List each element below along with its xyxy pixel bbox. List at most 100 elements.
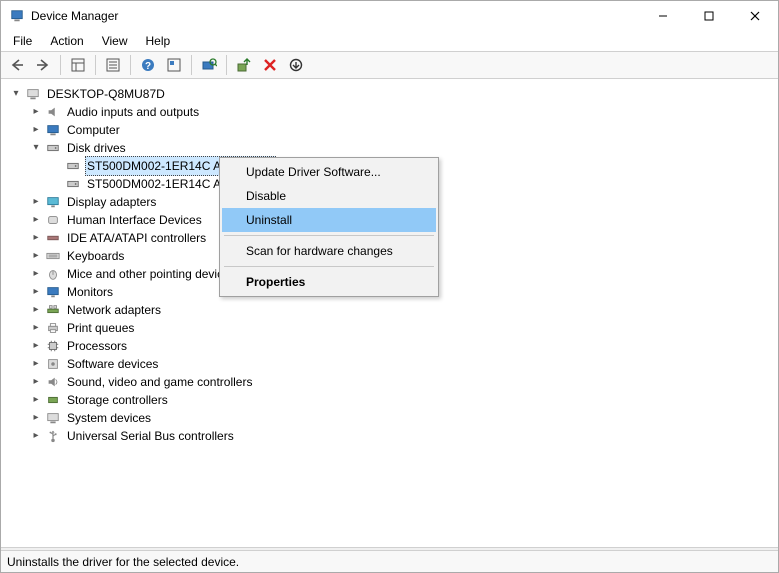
expand-icon[interactable]: ▸ — [29, 213, 43, 227]
tree-label: Processors — [65, 337, 129, 355]
app-icon — [9, 8, 25, 24]
tree-label: Mice and other pointing devices — [65, 265, 238, 283]
expand-icon[interactable]: ▸ — [29, 249, 43, 263]
tree-category-print[interactable]: ▸ Print queues — [9, 319, 778, 337]
close-button[interactable] — [732, 1, 778, 31]
help-button[interactable]: ? — [136, 54, 160, 76]
expand-icon[interactable]: ▸ — [29, 267, 43, 281]
action-button[interactable] — [162, 54, 186, 76]
ctx-separator — [224, 266, 434, 267]
expand-icon[interactable]: ▸ — [29, 339, 43, 353]
disable-button[interactable] — [284, 54, 308, 76]
expand-icon[interactable]: ▸ — [29, 429, 43, 443]
ctx-properties[interactable]: Properties — [222, 270, 436, 294]
toolbar: ? — [1, 51, 778, 79]
computer-icon — [45, 122, 61, 138]
context-menu: Update Driver Software... Disable Uninst… — [219, 157, 439, 297]
disk-icon — [65, 158, 81, 174]
scan-hardware-button[interactable] — [197, 54, 221, 76]
device-manager-window: Device Manager File Action View Help — [0, 0, 779, 573]
usb-icon — [45, 428, 61, 444]
ctx-uninstall[interactable]: Uninstall — [222, 208, 436, 232]
expand-icon[interactable]: ▸ — [29, 285, 43, 299]
tree-label: System devices — [65, 409, 153, 427]
ide-icon — [45, 230, 61, 246]
tree-category-audio[interactable]: ▸ Audio inputs and outputs — [9, 103, 778, 121]
expand-icon[interactable]: ▸ — [29, 357, 43, 371]
tree-root[interactable]: ▾ DESKTOP-Q8MU87D — [9, 85, 778, 103]
forward-button[interactable] — [31, 54, 55, 76]
ctx-scan[interactable]: Scan for hardware changes — [222, 239, 436, 263]
tree-category-sound[interactable]: ▸ Sound, video and game controllers — [9, 373, 778, 391]
expand-icon[interactable]: ▾ — [9, 87, 23, 101]
properties-button[interactable] — [101, 54, 125, 76]
storage-icon — [45, 392, 61, 408]
computer-icon — [25, 86, 41, 102]
printer-icon — [45, 320, 61, 336]
tree-category-usb[interactable]: ▸ Universal Serial Bus controllers — [9, 427, 778, 445]
expand-icon[interactable]: ▸ — [29, 123, 43, 137]
tree-label: Universal Serial Bus controllers — [65, 427, 236, 445]
tree-category-software[interactable]: ▸ Software devices — [9, 355, 778, 373]
menu-action[interactable]: Action — [42, 32, 91, 50]
toolbar-separator — [95, 55, 96, 75]
tree-label: Network adapters — [65, 301, 163, 319]
tree-label: Keyboards — [65, 247, 126, 265]
tree-category-system[interactable]: ▸ System devices — [9, 409, 778, 427]
toolbar-separator — [60, 55, 61, 75]
minimize-button[interactable] — [640, 1, 686, 31]
svg-text:?: ? — [145, 61, 151, 72]
status-bar: Uninstalls the driver for the selected d… — [1, 550, 778, 572]
back-button[interactable] — [5, 54, 29, 76]
toolbar-separator — [130, 55, 131, 75]
expand-icon[interactable]: ▸ — [29, 105, 43, 119]
tree-category-processors[interactable]: ▸ Processors — [9, 337, 778, 355]
tree-label: Display adapters — [65, 193, 158, 211]
tree-category-network[interactable]: ▸ Network adapters — [9, 301, 778, 319]
menu-file[interactable]: File — [5, 32, 40, 50]
tree-category-storage[interactable]: ▸ Storage controllers — [9, 391, 778, 409]
device-tree[interactable]: ▾ DESKTOP-Q8MU87D ▸ Audio inputs and out… — [1, 79, 778, 547]
processor-icon — [45, 338, 61, 354]
uninstall-button[interactable] — [258, 54, 282, 76]
tree-label: Computer — [65, 121, 122, 139]
tree-label: Monitors — [65, 283, 115, 301]
tree-label: Sound, video and game controllers — [65, 373, 254, 391]
menu-bar: File Action View Help — [1, 31, 778, 51]
expand-icon[interactable]: ▸ — [29, 321, 43, 335]
update-driver-button[interactable] — [232, 54, 256, 76]
expand-icon[interactable]: ▸ — [29, 411, 43, 425]
expand-icon[interactable]: ▸ — [29, 375, 43, 389]
ctx-disable[interactable]: Disable — [222, 184, 436, 208]
tree-label: IDE ATA/ATAPI controllers — [65, 229, 208, 247]
menu-view[interactable]: View — [94, 32, 136, 50]
network-icon — [45, 302, 61, 318]
display-icon — [45, 194, 61, 210]
window-controls — [640, 1, 778, 31]
tree-label: Disk drives — [65, 139, 128, 157]
ctx-update-driver[interactable]: Update Driver Software... — [222, 160, 436, 184]
collapse-icon[interactable]: ▾ — [29, 141, 43, 155]
tree-label: Human Interface Devices — [65, 211, 204, 229]
title-bar: Device Manager — [1, 1, 778, 31]
ctx-separator — [224, 235, 434, 236]
menu-help[interactable]: Help — [138, 32, 179, 50]
mouse-icon — [45, 266, 61, 282]
tree-category-computer[interactable]: ▸ Computer — [9, 121, 778, 139]
expand-icon[interactable]: ▸ — [29, 231, 43, 245]
software-icon — [45, 356, 61, 372]
toolbar-separator — [191, 55, 192, 75]
expand-icon[interactable]: ▸ — [29, 195, 43, 209]
tree-category-disk-drives[interactable]: ▾ Disk drives — [9, 139, 778, 157]
expand-icon[interactable]: ▸ — [29, 393, 43, 407]
tree-label: Software devices — [65, 355, 160, 373]
expand-icon[interactable]: ▸ — [29, 303, 43, 317]
toolbar-separator — [226, 55, 227, 75]
window-title: Device Manager — [31, 9, 640, 23]
hid-icon — [45, 212, 61, 228]
audio-icon — [45, 104, 61, 120]
show-hide-tree-button[interactable] — [66, 54, 90, 76]
monitor-icon — [45, 284, 61, 300]
disk-icon — [65, 176, 81, 192]
maximize-button[interactable] — [686, 1, 732, 31]
